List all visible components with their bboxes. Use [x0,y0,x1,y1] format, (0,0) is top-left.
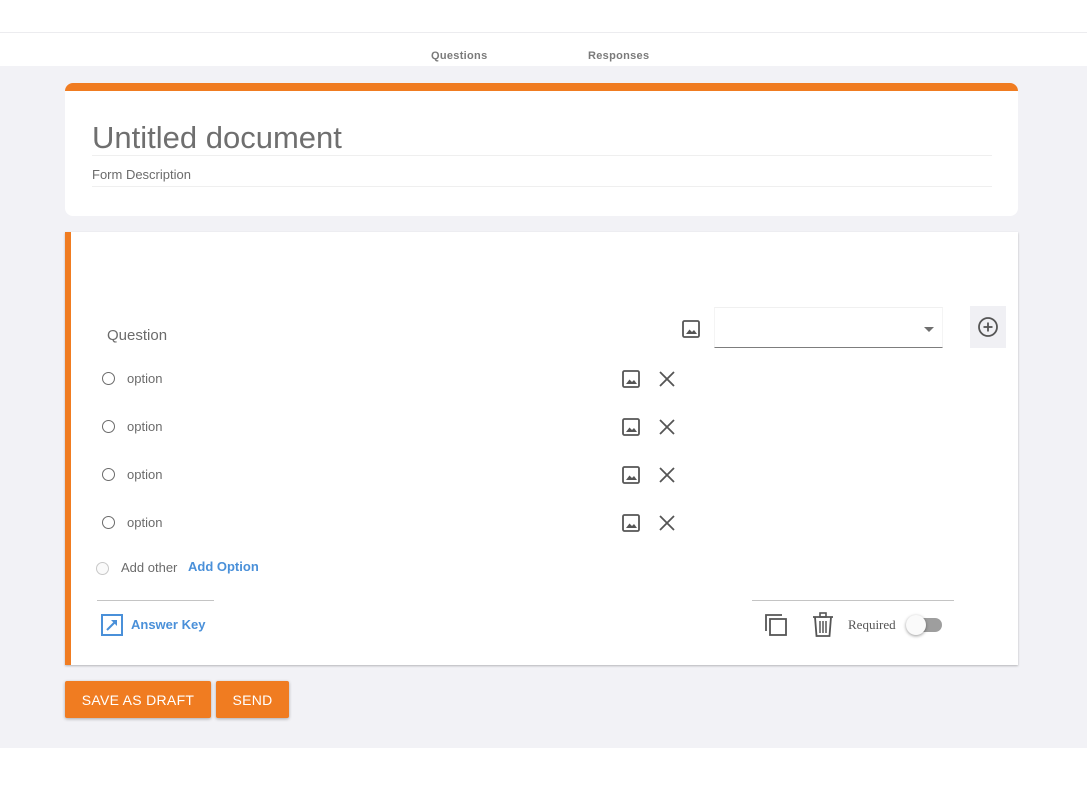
title-card-accent [65,83,1018,91]
required-toggle[interactable] [906,615,942,635]
option-image-icon[interactable] [621,465,641,485]
required-label: Required [848,617,896,632]
option-row: option [65,367,765,391]
option-radio[interactable] [102,516,115,529]
option-label-input[interactable]: option [127,515,162,530]
close-icon[interactable] [657,417,677,437]
question-type-select[interactable] [714,307,943,348]
option-row: option [65,415,765,439]
add-other-radio [96,562,109,575]
option-row: option [65,511,765,535]
top-nav-bar: Questions Responses [0,0,1087,66]
add-option-button[interactable]: Add Option [188,559,259,574]
copy-icon[interactable] [764,613,788,637]
form-title-input[interactable]: Untitled document [92,120,992,156]
close-icon[interactable] [657,465,677,485]
question-title-input[interactable]: Question [107,327,167,344]
tab-responses[interactable]: Responses [588,50,649,62]
option-label-input[interactable]: option [127,371,162,386]
answer-key-icon[interactable] [101,614,123,636]
option-label-input[interactable]: option [127,467,162,482]
question-card-accent [65,232,71,665]
send-button[interactable]: SEND [216,681,289,718]
form-description-input[interactable]: Form Description [92,167,992,187]
option-label-input[interactable]: option [127,419,162,434]
question-image-icon[interactable] [681,319,701,339]
close-icon[interactable] [657,513,677,533]
option-radio[interactable] [102,420,115,433]
option-radio[interactable] [102,372,115,385]
add-question-button[interactable] [970,306,1006,348]
add-other-link[interactable]: Add other [121,560,177,575]
footer-divider-left [97,600,214,601]
nav-divider [0,32,1087,33]
option-radio[interactable] [102,468,115,481]
toggle-knob [906,615,926,635]
option-image-icon[interactable] [621,369,641,389]
chevron-down-icon [924,327,934,332]
tab-questions[interactable]: Questions [431,50,488,62]
form-title-card: Untitled document Form Description [65,83,1018,216]
option-image-icon[interactable] [621,513,641,533]
add-circle-icon [978,317,998,337]
trash-icon[interactable] [812,612,834,638]
question-card: Question option option option option Add… [65,232,1018,665]
option-image-icon[interactable] [621,417,641,437]
close-icon[interactable] [657,369,677,389]
save-as-draft-button[interactable]: SAVE AS DRAFT [65,681,211,718]
option-row: option [65,463,765,487]
answer-key-button[interactable]: Answer Key [131,617,205,632]
footer-divider-right [752,600,954,601]
